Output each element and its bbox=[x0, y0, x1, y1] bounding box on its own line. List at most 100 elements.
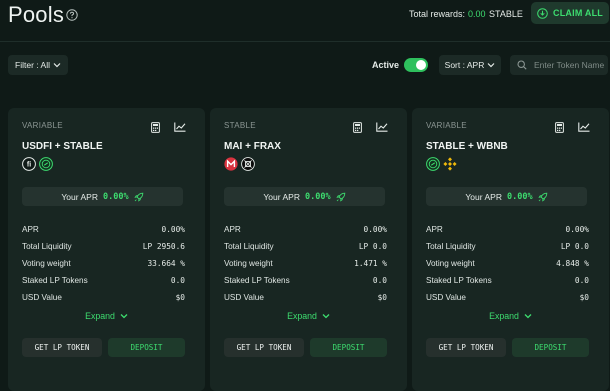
frax-icon bbox=[241, 157, 255, 171]
card-actions bbox=[353, 122, 388, 133]
expand-button[interactable]: Expand bbox=[412, 311, 609, 321]
stat-value: $0 bbox=[579, 293, 589, 302]
stat-value: LP 2950.6 bbox=[142, 242, 185, 251]
stat-value: 4.848 % bbox=[556, 259, 589, 268]
stat-row: Total Liquidity LP 2950.6 bbox=[22, 238, 185, 255]
pool-pair-name: STABLE + WBNB bbox=[426, 141, 508, 152]
card-actions bbox=[151, 122, 186, 133]
chevron-down-icon bbox=[53, 63, 61, 68]
stat-label: USD Value bbox=[224, 293, 264, 302]
chart-icon[interactable] bbox=[376, 122, 388, 132]
stable-icon bbox=[39, 157, 53, 171]
stat-value: 0.00% bbox=[565, 225, 589, 234]
stat-row: USD Value $0 bbox=[426, 289, 589, 306]
your-apr-box: Your APR 0.00% bbox=[224, 187, 385, 206]
stat-label: Staked LP Tokens bbox=[426, 276, 492, 285]
deposit-button[interactable]: DEPOSIT bbox=[512, 338, 589, 357]
stat-row: Total Liquidity LP 0.0 bbox=[224, 238, 387, 255]
stat-label: Total Liquidity bbox=[22, 242, 72, 251]
stat-row: Staked LP Tokens 0.0 bbox=[426, 272, 589, 289]
chevron-down-icon bbox=[322, 314, 330, 319]
search-icon bbox=[517, 60, 527, 70]
pool-stats: APR 0.00% Total Liquidity LP 2950.6 Voting w… bbox=[22, 221, 185, 306]
stat-label: APR bbox=[22, 225, 39, 234]
pool-pair-name: MAI + FRAX bbox=[224, 141, 281, 152]
stat-label: Staked LP Tokens bbox=[22, 276, 88, 285]
stat-row: Voting weight 4.848 % bbox=[426, 255, 589, 272]
search-input[interactable] bbox=[534, 60, 604, 70]
pool-type: STABLE bbox=[224, 121, 256, 130]
stat-value: 1.471 % bbox=[354, 259, 387, 268]
calculator-icon[interactable] bbox=[151, 122, 160, 133]
chevron-down-icon bbox=[120, 314, 128, 319]
stat-value: LP 0.0 bbox=[358, 242, 387, 251]
your-apr-box: Your APR 0.00% bbox=[426, 187, 587, 206]
filter-label: Filter : All bbox=[15, 60, 50, 70]
deposit-button[interactable]: DEPOSIT bbox=[108, 338, 185, 357]
deposit-button[interactable]: DEPOSIT bbox=[310, 338, 387, 357]
stat-value: $0 bbox=[377, 293, 387, 302]
chevron-down-icon bbox=[524, 314, 532, 319]
toolbar: Filter : All Active Sort : APR bbox=[0, 55, 610, 77]
your-apr-label: Your APR bbox=[465, 191, 502, 202]
stat-row: APR 0.00% bbox=[426, 221, 589, 238]
active-toggle[interactable] bbox=[404, 58, 428, 72]
calculator-icon[interactable] bbox=[555, 122, 564, 133]
stat-label: APR bbox=[224, 225, 241, 234]
token-icons: fi bbox=[22, 157, 53, 171]
search-box[interactable] bbox=[510, 55, 608, 75]
chart-icon[interactable] bbox=[174, 122, 186, 132]
card-actions bbox=[555, 122, 590, 133]
expand-label: Expand bbox=[287, 311, 317, 321]
stat-value: 33.664 % bbox=[147, 259, 185, 268]
download-circle-icon bbox=[537, 7, 548, 19]
rocket-icon bbox=[537, 192, 547, 202]
your-apr-box: Your APR 0.00% bbox=[22, 187, 183, 206]
pool-card: VARIABLE STABLE + WBNB Your APR 0.00% AP… bbox=[412, 108, 609, 391]
calculator-icon[interactable] bbox=[353, 122, 362, 133]
get-lp-token-button[interactable]: GET LP TOKEN bbox=[224, 338, 304, 357]
stat-row: Voting weight 33.664 % bbox=[22, 255, 185, 272]
stat-row: USD Value $0 bbox=[22, 289, 185, 306]
pool-card: VARIABLE USDFI + STABLE fi Your APR 0.00… bbox=[8, 108, 205, 391]
total-rewards-label: Total rewards: bbox=[409, 9, 466, 19]
sort-dropdown[interactable]: Sort : APR bbox=[439, 55, 501, 75]
your-apr-label: Your APR bbox=[263, 191, 300, 202]
stat-label: USD Value bbox=[426, 293, 466, 302]
chart-icon[interactable] bbox=[578, 122, 590, 132]
expand-button[interactable]: Expand bbox=[8, 311, 205, 321]
stat-row: APR 0.00% bbox=[224, 221, 387, 238]
stat-row: Voting weight 1.471 % bbox=[224, 255, 387, 272]
stat-row: APR 0.00% bbox=[22, 221, 185, 238]
stat-value: LP 0.0 bbox=[560, 242, 589, 251]
total-rewards-unit: STABLE bbox=[489, 9, 523, 19]
stat-label: Voting weight bbox=[224, 259, 273, 268]
page-title: Pools bbox=[8, 2, 65, 27]
expand-button[interactable]: Expand bbox=[210, 311, 407, 321]
stat-value: 0.00% bbox=[161, 225, 185, 234]
pool-stats: APR 0.00% Total Liquidity LP 0.0 Voting weig… bbox=[426, 221, 589, 306]
pool-type: VARIABLE bbox=[22, 121, 63, 130]
rocket-icon bbox=[335, 192, 345, 202]
stat-row: Total Liquidity LP 0.0 bbox=[426, 238, 589, 255]
pool-pair-name: USDFI + STABLE bbox=[22, 141, 103, 152]
expand-label: Expand bbox=[489, 311, 519, 321]
get-lp-token-button[interactable]: GET LP TOKEN bbox=[22, 338, 102, 357]
your-apr-value: 0.00% bbox=[102, 191, 129, 202]
get-lp-token-button[interactable]: GET LP TOKEN bbox=[426, 338, 506, 357]
stat-value: 0.0 bbox=[372, 276, 387, 285]
claim-all-button[interactable]: CLAIM ALL bbox=[531, 2, 609, 24]
help-icon[interactable] bbox=[66, 9, 78, 21]
token-icons bbox=[426, 157, 457, 171]
pool-card: STABLE MAI + FRAX Your APR 0.00% APR 0.0… bbox=[210, 108, 407, 391]
toggle-knob bbox=[416, 60, 426, 70]
stat-value: 0.00% bbox=[363, 225, 387, 234]
filter-dropdown[interactable]: Filter : All bbox=[8, 55, 68, 75]
stat-row: Staked LP Tokens 0.0 bbox=[224, 272, 387, 289]
active-label: Active bbox=[372, 60, 400, 70]
your-apr-label: Your APR bbox=[61, 191, 98, 202]
expand-label: Expand bbox=[85, 311, 115, 321]
stat-value: 0.0 bbox=[574, 276, 589, 285]
your-apr-value: 0.00% bbox=[506, 191, 533, 202]
claim-all-label: CLAIM ALL bbox=[553, 8, 603, 18]
